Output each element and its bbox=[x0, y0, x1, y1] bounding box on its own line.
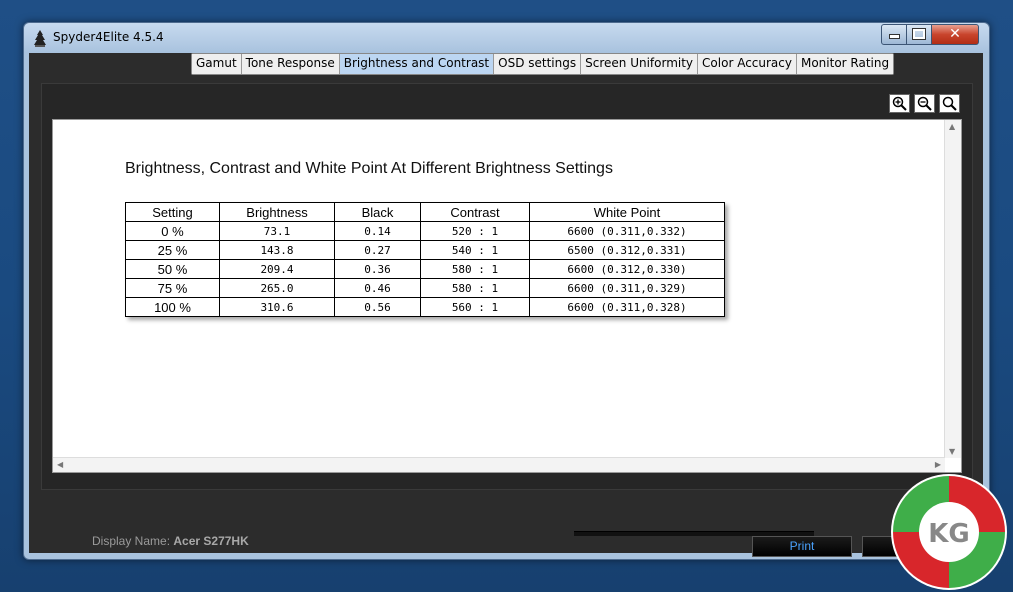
print-button[interactable]: Print bbox=[752, 536, 852, 557]
column-header: White Point bbox=[529, 202, 725, 222]
table-cell: 73.1 bbox=[219, 221, 335, 241]
table-cell: 310.6 bbox=[219, 297, 335, 317]
table-cell: 520 : 1 bbox=[420, 221, 530, 241]
table-header-row: Setting Brightness Black Contrast White … bbox=[125, 202, 725, 222]
close-window-button[interactable]: ✕ bbox=[931, 24, 979, 45]
table-cell: 0.27 bbox=[334, 240, 421, 260]
maximize-button[interactable] bbox=[906, 24, 932, 45]
table-cell: 0.46 bbox=[334, 278, 421, 298]
display-name-info: Display Name: Acer S277HK bbox=[92, 534, 249, 548]
table-cell: 6600 (0.311,0.328) bbox=[529, 297, 725, 317]
report-title: Brightness, Contrast and White Point At … bbox=[125, 160, 613, 177]
scroll-down-icon[interactable]: ▼ bbox=[949, 447, 955, 456]
tab-tone-response[interactable]: Tone Response bbox=[241, 54, 340, 74]
horizontal-scrollbar[interactable]: ◀ ▶ bbox=[53, 457, 945, 472]
table-cell: 0.56 bbox=[334, 297, 421, 317]
tab-color-accuracy[interactable]: Color Accuracy bbox=[698, 54, 797, 74]
report-panel: Brightness, Contrast and White Point At … bbox=[41, 83, 973, 490]
table-cell: 25 % bbox=[125, 240, 220, 260]
table-row: 100 % 310.6 0.56 560 : 1 6600 (0.311,0.3… bbox=[125, 297, 725, 317]
table-cell: 0 % bbox=[125, 221, 220, 241]
table-cell: 540 : 1 bbox=[420, 240, 530, 260]
zoom-fit-icon[interactable] bbox=[939, 94, 960, 113]
svg-text:KG: KG bbox=[928, 519, 970, 549]
table-cell: 580 : 1 bbox=[420, 259, 530, 279]
table-cell: 6600 (0.312,0.330) bbox=[529, 259, 725, 279]
column-header: Black bbox=[334, 202, 421, 222]
tab-monitor-rating[interactable]: Monitor Rating bbox=[796, 54, 894, 74]
table-row: 25 % 143.8 0.27 540 : 1 6500 (0.312,0.33… bbox=[125, 240, 725, 260]
spyder-app-icon bbox=[34, 30, 46, 47]
client-area: Gamut Tone Response Brightness and Contr… bbox=[29, 53, 983, 557]
title-bar[interactable]: Spyder4Elite 4.5.4 ✕ bbox=[24, 23, 989, 53]
minimize-button[interactable] bbox=[881, 24, 907, 45]
tab-brightness-contrast[interactable]: Brightness and Contrast bbox=[339, 54, 495, 74]
vertical-scrollbar[interactable]: ▲ ▼ bbox=[944, 120, 961, 458]
table-cell: 143.8 bbox=[219, 240, 335, 260]
scroll-up-icon[interactable]: ▲ bbox=[949, 122, 955, 131]
tab-gamut[interactable]: Gamut bbox=[192, 54, 242, 74]
close-icon: ✕ bbox=[949, 26, 961, 42]
kitguru-logo: KG bbox=[891, 474, 1007, 590]
table-cell: 6600 (0.311,0.332) bbox=[529, 221, 725, 241]
minimize-icon bbox=[888, 34, 900, 39]
table-cell: 0.36 bbox=[334, 259, 421, 279]
zoom-toolbar bbox=[889, 94, 960, 113]
column-header: Brightness bbox=[219, 202, 335, 222]
column-header: Contrast bbox=[420, 202, 530, 222]
column-header: Setting bbox=[125, 202, 220, 222]
table-cell: 580 : 1 bbox=[420, 278, 530, 298]
scroll-right-icon[interactable]: ▶ bbox=[935, 460, 941, 469]
zoom-in-icon[interactable] bbox=[889, 94, 910, 113]
table-cell: 209.4 bbox=[219, 259, 335, 279]
table-cell: 6500 (0.312,0.331) bbox=[529, 240, 725, 260]
brightness-table: Setting Brightness Black Contrast White … bbox=[125, 202, 725, 317]
table-row: 50 % 209.4 0.36 580 : 1 6600 (0.312,0.33… bbox=[125, 259, 725, 279]
display-name-label: Display Name: bbox=[92, 534, 171, 548]
window-title: Spyder4Elite 4.5.4 bbox=[53, 30, 164, 44]
table-cell: 100 % bbox=[125, 297, 220, 317]
table-cell: 265.0 bbox=[219, 278, 335, 298]
table-row: 75 % 265.0 0.46 580 : 1 6600 (0.311,0.32… bbox=[125, 278, 725, 298]
table-cell: 560 : 1 bbox=[420, 297, 530, 317]
tab-bar: Gamut Tone Response Brightness and Contr… bbox=[191, 53, 895, 75]
app-window: Spyder4Elite 4.5.4 ✕ Gamut Tone Response… bbox=[23, 22, 990, 560]
table-body: 0 % 73.1 0.14 520 : 1 6600 (0.311,0.332)… bbox=[125, 221, 725, 317]
table-cell: 6600 (0.311,0.329) bbox=[529, 278, 725, 298]
table-cell: 0.14 bbox=[334, 221, 421, 241]
tab-screen-uniformity[interactable]: Screen Uniformity bbox=[581, 54, 699, 74]
scroll-left-icon[interactable]: ◀ bbox=[57, 460, 63, 469]
table-cell: 75 % bbox=[125, 278, 220, 298]
tab-osd-settings[interactable]: OSD settings bbox=[494, 54, 582, 74]
display-name-value: Acer S277HK bbox=[173, 534, 249, 548]
table-cell: 50 % bbox=[125, 259, 220, 279]
report-view: Brightness, Contrast and White Point At … bbox=[52, 119, 962, 473]
table-row: 0 % 73.1 0.14 520 : 1 6600 (0.311,0.332) bbox=[125, 221, 725, 241]
maximize-icon bbox=[912, 28, 926, 40]
zoom-out-icon[interactable] bbox=[914, 94, 935, 113]
